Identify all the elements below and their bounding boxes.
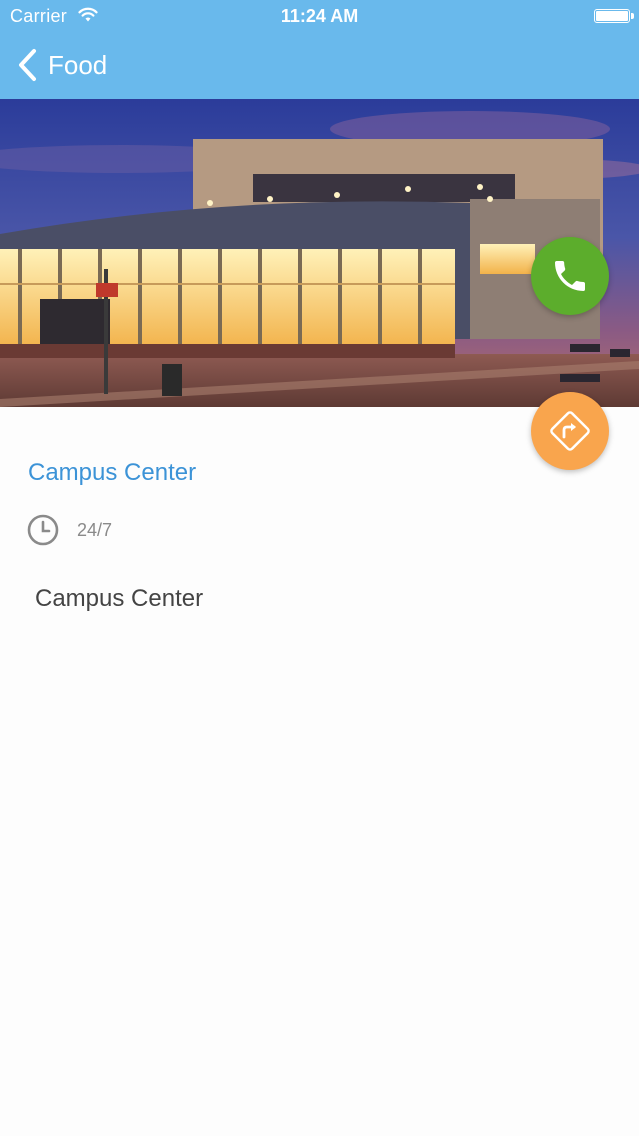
hours-text: 24/7 (77, 519, 113, 540)
back-button[interactable]: Food (16, 46, 107, 84)
place-title: Campus Center (28, 459, 197, 486)
call-button[interactable] (531, 237, 609, 315)
place-description: Campus Center (35, 585, 204, 612)
chevron-left-icon (19, 49, 36, 81)
phone-icon (555, 261, 585, 291)
directions-icon (550, 411, 590, 451)
navigation-bar: Carrier 11:24 AM Food (0, 0, 639, 99)
battery-icon (594, 9, 634, 23)
directions-button[interactable] (531, 392, 609, 470)
status-bar: Carrier 11:24 AM (0, 0, 639, 34)
status-time: 11:24 AM (280, 6, 359, 26)
back-label: Food (48, 49, 108, 80)
hours-row: 24/7 (27, 514, 112, 546)
clock-icon (27, 514, 59, 546)
